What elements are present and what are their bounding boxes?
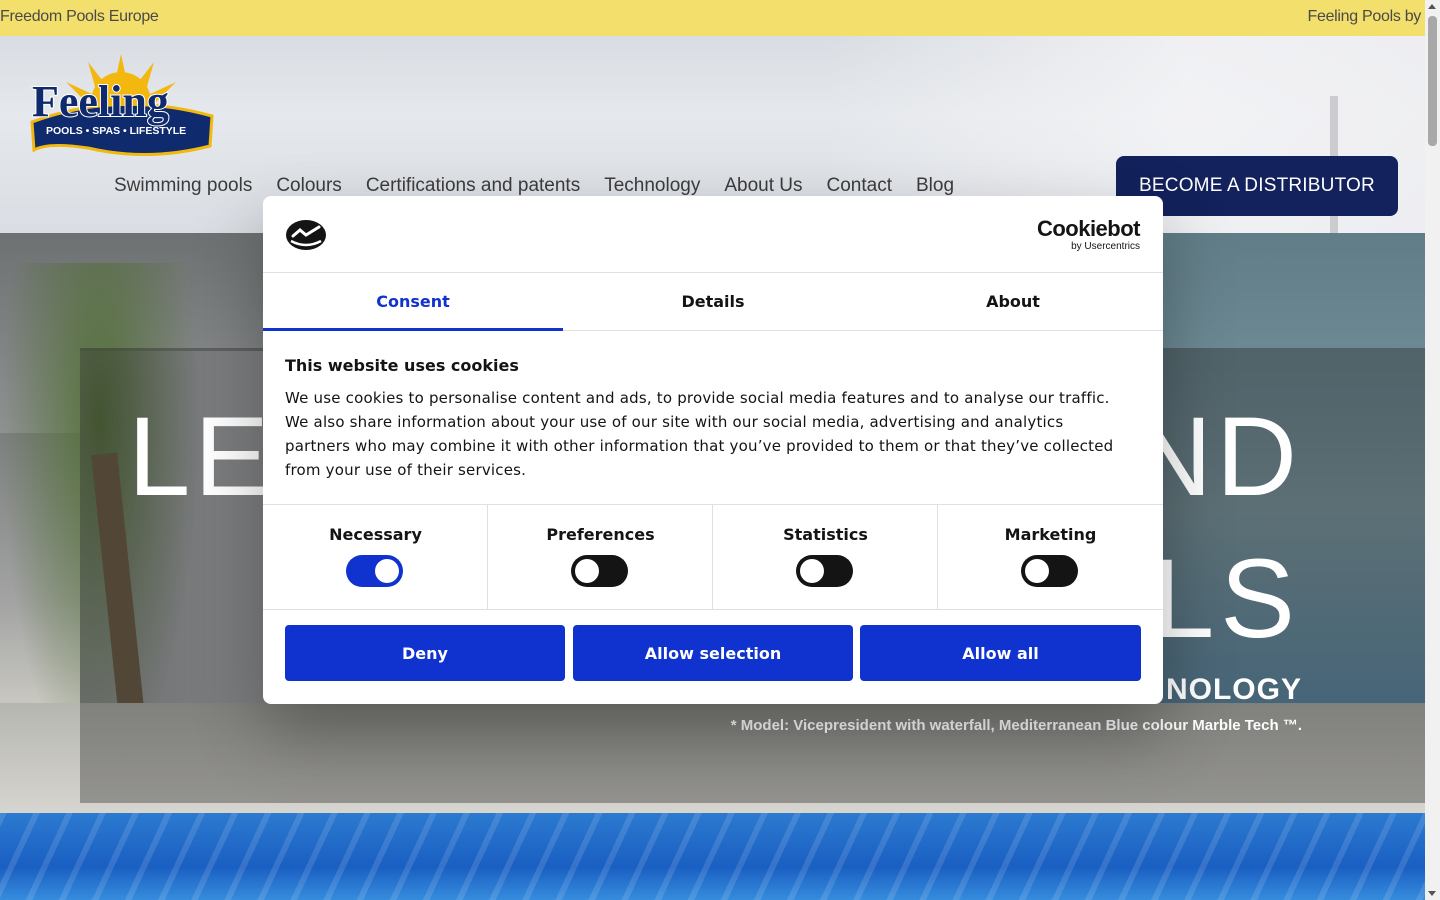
scroll-down-arrow-icon[interactable] [1428, 891, 1436, 896]
dialog-title: This website uses cookies [285, 356, 519, 375]
pool-image [0, 813, 1425, 900]
necessary-toggle[interactable] [346, 555, 403, 587]
category-statistics: Statistics [713, 505, 938, 609]
hero-subtitle: NOLOGY [1165, 673, 1302, 706]
svg-text:Feeling: Feeling [32, 77, 169, 126]
nav-technology[interactable]: Technology [604, 175, 700, 197]
nav-contact[interactable]: Contact [827, 175, 892, 197]
allow-all-button[interactable]: Allow all [860, 625, 1141, 681]
tab-about[interactable]: About [863, 273, 1163, 330]
dialog-header: Cookiebot by Usercentrics [263, 196, 1163, 273]
tab-details[interactable]: Details [563, 273, 863, 330]
category-label: Preferences [546, 525, 655, 544]
dialog-tabs: Consent Details About [263, 273, 1163, 331]
category-preferences: Preferences [488, 505, 713, 609]
page-scrollbar[interactable] [1425, 0, 1440, 900]
cookiebot-logo-icon [286, 220, 326, 250]
category-necessary: Necessary [263, 505, 488, 609]
scrollbar-thumb[interactable] [1428, 16, 1437, 146]
marketing-toggle[interactable] [1021, 555, 1078, 587]
category-marketing: Marketing [938, 505, 1163, 609]
tab-consent[interactable]: Consent [263, 273, 563, 331]
hero-caption: * Model: Vicepresident with waterfall, M… [730, 717, 1302, 734]
allow-selection-button[interactable]: Allow selection [573, 625, 853, 681]
nav-swimming-pools[interactable]: Swimming pools [114, 175, 252, 197]
hero-heading-line2: LS [1152, 536, 1301, 661]
nav-certifications[interactable]: Certifications and patents [366, 175, 580, 197]
category-label: Marketing [1004, 525, 1097, 544]
brand-name: Cookiebot [1036, 216, 1141, 241]
feeling-logo[interactable]: Feeling POOLS • SPAS • LIFESTYLE [28, 52, 214, 158]
deny-button[interactable]: Deny [285, 625, 565, 681]
nav-about-us[interactable]: About Us [724, 175, 802, 197]
banner-right-text: Feeling Pools by [1307, 8, 1422, 25]
category-label: Statistics [783, 525, 868, 544]
scroll-up-arrow-icon[interactable] [1428, 4, 1436, 9]
cookie-consent-dialog: Cookiebot by Usercentrics Consent Detail… [263, 196, 1163, 704]
dialog-description: We use cookies to personalise content an… [285, 389, 1114, 479]
dialog-buttons: Deny Allow selection Allow all [285, 625, 1141, 681]
nav-blog[interactable]: Blog [916, 175, 954, 197]
main-nav: Swimming pools Colours Certifications an… [114, 175, 978, 197]
cookie-categories: Necessary Preferences Statistics Marketi… [263, 504, 1163, 610]
banner-left-text: Freedom Pools Europe [0, 8, 159, 25]
sun-logo-icon: Feeling POOLS • SPAS • LIFESTYLE [30, 54, 214, 156]
hero-heading-left: LE [128, 394, 273, 519]
brand-sub: by Usercentrics [1071, 241, 1140, 252]
preferences-toggle[interactable] [571, 555, 628, 587]
category-label: Necessary [329, 525, 422, 544]
top-banner: Freedom Pools Europe Feeling Pools by [0, 0, 1425, 36]
statistics-toggle[interactable] [796, 555, 853, 587]
nav-colours[interactable]: Colours [276, 175, 341, 197]
svg-text:POOLS • SPAS • LIFESTYLE: POOLS • SPAS • LIFESTYLE [46, 125, 186, 137]
cookiebot-brand[interactable]: Cookiebot by Usercentrics [1036, 216, 1141, 252]
